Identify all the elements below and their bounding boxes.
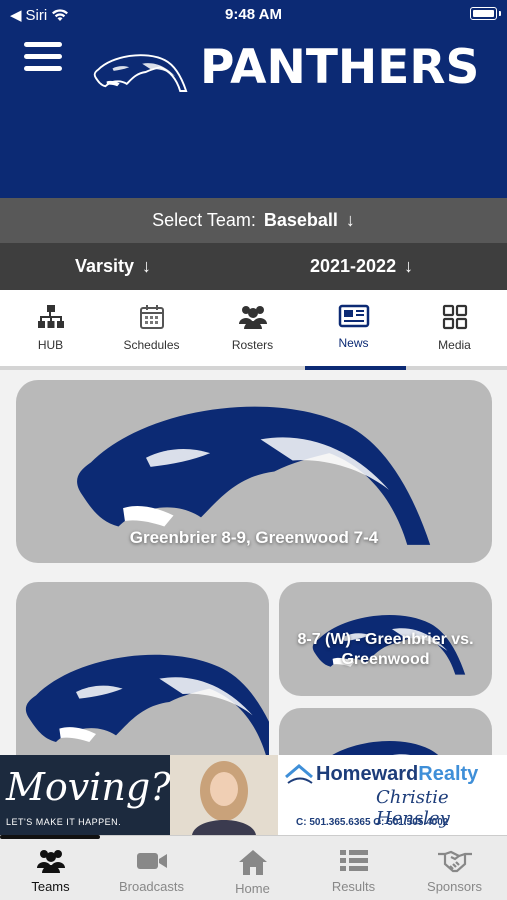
nav-label: Results [331,879,376,894]
nav-results[interactable]: Results [303,836,404,900]
news-card[interactable]: 8-7 (W) - Greenbrier vs. Greenwood [279,582,492,696]
season-value: 2021-2022 [310,256,397,276]
nav-sponsors[interactable]: Sponsors [404,836,505,900]
menu-icon[interactable] [24,42,62,74]
list-icon [339,850,368,871]
tab-media[interactable]: Media [404,290,505,366]
nav-label: Teams [31,879,70,894]
agent-photo [170,755,278,835]
filter-row: Varsity ↓ 2021-2022 ↓ [0,243,507,290]
newspaper-icon [338,304,369,328]
news-card[interactable]: Greenbrier 8-9, Greenwood 7-4 [16,380,492,563]
select-team-bar[interactable]: Select Team: Baseball ↓ [0,198,507,243]
tab-label: Rosters [231,338,274,352]
tab-news[interactable]: News [303,290,404,366]
ad-brand-b: Realty [418,763,479,785]
tab-label: HUB [37,338,64,352]
tab-label: Media [438,338,471,352]
arrow-down-icon: ↓ [404,256,414,276]
tab-rosters[interactable]: Rosters [202,290,303,366]
house-icon [238,850,267,875]
grid-icon [442,304,467,330]
status-time: 9:48 AM [225,6,282,23]
section-tabs: HUB Schedules Rosters News Media [0,290,507,370]
panther-logo [93,54,188,92]
ad-left-panel: Moving? LET'S MAKE IT HAPPEN. [0,755,171,835]
video-camera-icon [136,853,167,869]
season-dropdown[interactable]: 2021-2022 ↓ [310,256,413,277]
select-team-label: Select Team: [152,210,256,230]
level-value: Varsity [75,256,135,276]
tab-hub[interactable]: HUB [0,290,101,366]
app-header: ◀ Siri 9:48 AM PANTHERS [0,0,507,198]
nav-broadcasts[interactable]: Broadcasts [101,836,202,900]
ad-brand: HomewardRealty [316,763,478,786]
battery-icon [470,7,497,20]
sponsor-banner[interactable]: Moving? LET'S MAKE IT HAPPEN. HomewardRe… [0,755,507,835]
tab-schedules[interactable]: Schedules [101,290,202,366]
nav-teams[interactable]: Teams [0,836,101,900]
battery-tip [499,11,501,16]
ad-tagline: LET'S MAKE IT HAPPEN. [6,817,122,827]
level-dropdown[interactable]: Varsity ↓ [75,256,151,277]
ad-brand-a: Homeward [316,763,419,785]
calendar-icon [139,305,164,329]
tab-label: News [338,336,369,350]
team-name: PANTHERS [200,40,480,95]
people-icon [36,850,65,873]
news-title: Greenbrier 8-9, Greenwood 7-4 [129,528,379,547]
arrow-down-icon: ↓ [142,256,152,276]
nav-home[interactable]: Home [202,836,303,900]
nav-label: Sponsors [427,879,482,894]
news-title: 8-7 (W) - Greenbrier vs. Greenwood [297,631,474,668]
nav-label: Home [235,881,270,896]
ad-headline: Moving? [6,765,171,809]
active-tab-indicator [305,366,406,370]
ad-phones: C: 501.365.6365 O: 501.505.4002 [296,817,449,828]
status-bar: ◀ Siri 9:48 AM [0,0,507,30]
tab-label: Schedules [123,338,180,352]
org-chart-icon [37,305,64,328]
selected-team: Baseball [263,210,338,230]
scroll-indicator [0,835,100,839]
news-card[interactable] [16,582,269,782]
handshake-icon [437,850,472,873]
nav-label: Broadcasts [118,879,185,894]
arrow-down-icon: ↓ [345,210,355,230]
house-logo-icon [285,764,313,784]
people-icon [238,306,267,329]
bottom-nav: Teams Broadcasts Home Results Sponsors [0,835,507,900]
